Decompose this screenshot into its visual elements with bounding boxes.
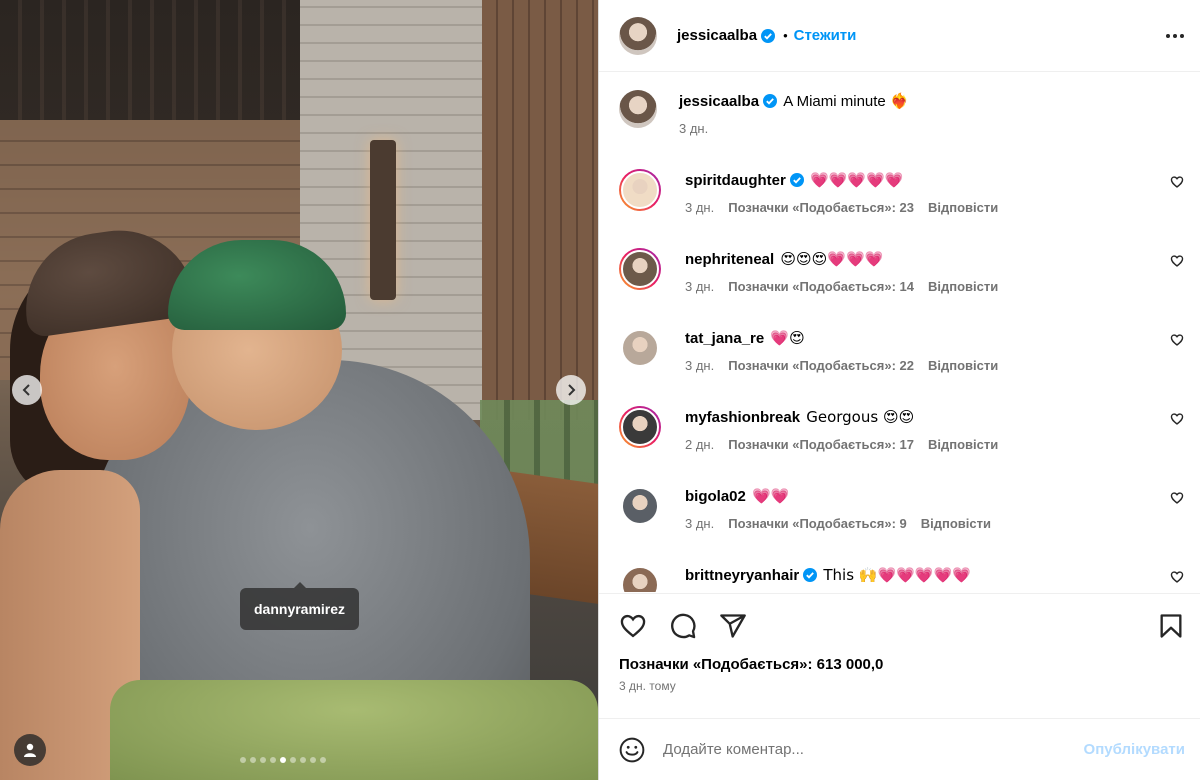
comment-age: 3 дн.	[685, 358, 715, 373]
carousel-dot	[250, 757, 256, 763]
comment-item: brittneyryanhair This 🙌💗💗💗💗💗	[619, 564, 1184, 592]
like-comment-icon[interactable]	[1170, 412, 1184, 426]
carousel-dot	[260, 757, 266, 763]
verified-badge-icon	[803, 568, 818, 582]
carousel-dot	[240, 757, 246, 763]
comment-likes[interactable]: Позначки «Подобається»: 9	[728, 516, 907, 531]
verified-badge-icon	[763, 94, 778, 108]
caption-text: A Miami minute	[783, 93, 886, 110]
chevron-right-icon	[568, 384, 576, 396]
reply-button[interactable]: Відповісти	[928, 358, 998, 373]
user-tag[interactable]: dannyramirez	[240, 582, 360, 630]
comments-list[interactable]: jessicaalba A Miami minute ❤️‍🔥 3 дн. sp…	[599, 72, 1200, 592]
carousel-dots	[240, 757, 326, 763]
verified-badge-icon	[761, 28, 776, 43]
comment-likes[interactable]: Позначки «Подобається»: 22	[728, 358, 914, 373]
comment-age: 3 дн.	[685, 200, 715, 215]
commenter-avatar[interactable]	[619, 406, 661, 448]
like-comment-icon[interactable]	[1170, 570, 1184, 584]
commenter-avatar[interactable]	[619, 564, 661, 592]
comment-input[interactable]	[663, 741, 1084, 758]
caption: jessicaalba A Miami minute ❤️‍🔥 3 дн.	[619, 90, 1184, 136]
like-comment-icon[interactable]	[1170, 254, 1184, 268]
comment-item: spiritdaughter 💗💗💗💗💗 3 дн. Позначки «Подоб…	[619, 169, 1184, 215]
comment-age: 3 дн.	[685, 279, 715, 294]
heart-icon[interactable]	[619, 612, 647, 640]
commenter-avatar[interactable]	[619, 327, 661, 369]
comment-likes[interactable]: Позначки «Подобається»: 17	[728, 437, 914, 452]
reply-button[interactable]: Відповісти	[928, 437, 998, 452]
carousel-next-button[interactable]	[556, 375, 586, 405]
caption-age: 3 дн.	[679, 121, 709, 136]
comment-text: Georgous 😍😍	[806, 408, 915, 426]
comment-likes[interactable]: Позначки «Подобається»: 23	[728, 200, 914, 215]
carousel-dot	[300, 757, 306, 763]
comment-text: 💗💗💗💗💗	[810, 171, 904, 189]
add-comment-bar: Опублікувати	[599, 718, 1200, 780]
comment-text: 💗😍	[770, 329, 805, 347]
caption-username[interactable]: jessicaalba	[679, 93, 759, 110]
commenter-username[interactable]: spiritdaughter	[685, 172, 786, 189]
commenter-avatar[interactable]	[619, 485, 661, 527]
post-comment-button[interactable]: Опублікувати	[1084, 741, 1185, 758]
tagged-users-button[interactable]	[14, 734, 46, 766]
commenter-username[interactable]: bigola02	[685, 488, 746, 505]
carousel-dot	[280, 757, 286, 763]
author-avatar[interactable]	[619, 90, 657, 128]
comment-age: 3 дн.	[685, 516, 715, 531]
comment-items: spiritdaughter 💗💗💗💗💗 3 дн. Позначки «Подоб…	[619, 169, 1184, 592]
carousel-prev-button[interactable]	[12, 375, 42, 405]
bookmark-icon[interactable]	[1157, 612, 1185, 640]
comment-text: 😍😍😍💗💗💗	[780, 250, 884, 268]
like-comment-icon[interactable]	[1170, 491, 1184, 505]
comment-age: 2 дн.	[685, 437, 715, 452]
chevron-left-icon	[22, 384, 30, 396]
commenter-username[interactable]: myfashionbreak	[685, 409, 800, 426]
likes-count[interactable]: Позначки «Подобається»: 613 000,0	[619, 656, 1185, 673]
emoji-icon[interactable]	[619, 737, 645, 763]
carousel-dot	[270, 757, 276, 763]
user-icon	[24, 743, 36, 757]
carousel-dot	[290, 757, 296, 763]
author-username[interactable]: jessicaalba	[677, 27, 757, 44]
comment-item: myfashionbreak Georgous 😍😍 2 дн. Позначки …	[619, 406, 1184, 452]
post-time: 3 дн. тому	[619, 679, 676, 693]
carousel-dot	[320, 757, 326, 763]
share-icon[interactable]	[719, 612, 747, 640]
commenter-username[interactable]: brittneyryanhair	[685, 567, 799, 584]
more-icon	[1166, 33, 1170, 38]
photo-wall-right	[482, 0, 598, 420]
comment-likes[interactable]: Позначки «Подобається»: 14	[728, 279, 914, 294]
carousel-dot	[310, 757, 316, 763]
more-options-button[interactable]	[1166, 33, 1184, 38]
comment-text: This 🙌💗💗💗💗💗	[823, 566, 971, 584]
commenter-avatar[interactable]	[619, 248, 661, 290]
like-comment-icon[interactable]	[1170, 333, 1184, 347]
commenter-avatar[interactable]	[619, 169, 661, 211]
separator-dot: •	[783, 28, 788, 43]
comment-icon[interactable]	[669, 612, 697, 640]
photo-sofa	[110, 680, 598, 780]
comment-item: tat_jana_re 💗😍 3 дн. Позначки «Подобається…	[619, 327, 1184, 373]
commenter-username[interactable]: tat_jana_re	[685, 330, 764, 347]
comment-text: 💗💗	[752, 487, 790, 505]
comment-item: nephriteneal 😍😍😍💗💗💗 3 дн. Позначки «Подоба…	[619, 248, 1184, 294]
caption-emoji: ❤️‍🔥	[889, 92, 909, 110]
follow-button[interactable]: Стежити	[794, 27, 857, 44]
post-photo[interactable]: dannyramirez	[0, 0, 598, 780]
comment-item: bigola02 💗💗 3 дн. Позначки «Подобається»: …	[619, 485, 1184, 531]
reply-button[interactable]: Відповісти	[928, 279, 998, 294]
reply-button[interactable]: Відповісти	[928, 200, 998, 215]
verified-badge-icon	[789, 173, 804, 187]
reply-button[interactable]: Відповісти	[921, 516, 991, 531]
post-actions: Позначки «Подобається»: 613 000,0 3 дн. …	[599, 593, 1200, 693]
author-avatar[interactable]	[619, 16, 657, 55]
commenter-username[interactable]: nephriteneal	[685, 251, 774, 268]
post-side-panel: jessicaalba • Стежити jessicaalba A Miam…	[598, 0, 1200, 780]
like-comment-icon[interactable]	[1170, 175, 1184, 189]
post-header: jessicaalba • Стежити	[599, 0, 1200, 72]
